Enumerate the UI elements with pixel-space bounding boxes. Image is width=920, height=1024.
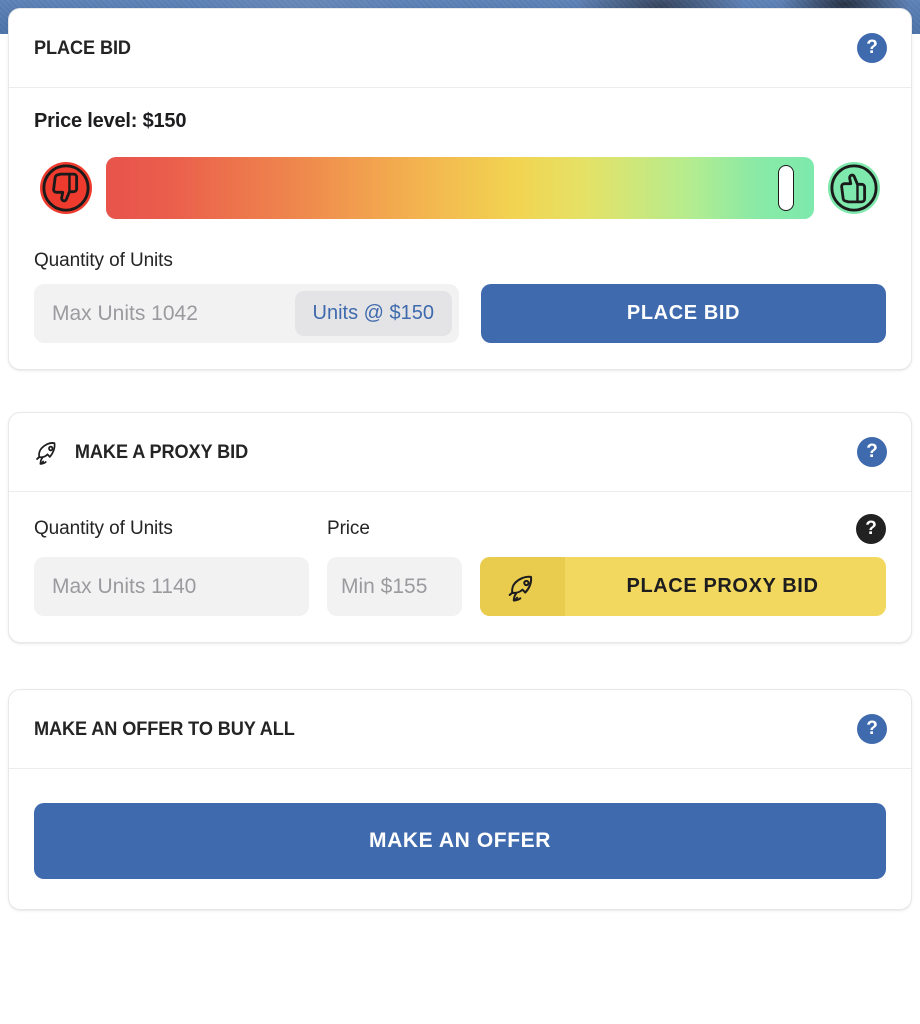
proxy-quantity-input[interactable] xyxy=(34,574,303,599)
place-bid-card: PLACE BID ? Price level: $150 Quantity o… xyxy=(8,8,912,370)
price-level-text: Price level: $150 xyxy=(34,110,187,132)
help-icon-make-offer[interactable]: ? xyxy=(857,714,887,744)
make-offer-card: MAKE AN OFFER TO BUY ALL ? MAKE AN OFFER xyxy=(8,689,912,910)
bidding-panel: PLACE BID ? Price level: $150 Quantity o… xyxy=(0,0,920,1024)
help-icon-glyph: ? xyxy=(866,440,878,462)
proxy-price-col xyxy=(327,557,462,616)
help-icon-proxy-bid-header[interactable]: ? xyxy=(857,437,887,467)
proxy-bid-body: Quantity of Units Price ? Max Units 1140… xyxy=(9,492,911,642)
proxy-price-field[interactable] xyxy=(327,557,462,616)
rocket-icon xyxy=(34,437,62,467)
make-offer-header: MAKE AN OFFER TO BUY ALL ? xyxy=(9,690,911,769)
proxy-bid-title-group: MAKE A PROXY BID xyxy=(34,437,248,467)
proxy-bid-header: MAKE A PROXY BID ? xyxy=(9,413,911,492)
rocket-icon xyxy=(480,557,565,616)
proxy-bid-card: MAKE A PROXY BID ? Quantity of Units Pri… xyxy=(8,412,912,643)
make-offer-title: MAKE AN OFFER TO BUY ALL xyxy=(34,717,295,740)
place-bid-quantity-field[interactable]: Units @ $150 xyxy=(34,284,459,343)
place-bid-button[interactable]: PLACE BID xyxy=(481,284,886,343)
price-slider-track[interactable] xyxy=(106,157,814,219)
proxy-quantity-label: Quantity of Units xyxy=(34,518,173,539)
help-icon-glyph: ? xyxy=(866,36,878,58)
proxy-bid-title: MAKE A PROXY BID xyxy=(74,440,249,463)
units-at-price-badge[interactable]: Units @ $150 xyxy=(294,291,452,336)
price-slider-thumb[interactable] xyxy=(777,165,794,211)
proxy-bid-fields: PLACE PROXY BID xyxy=(34,557,886,616)
price-slider-row xyxy=(34,156,886,220)
help-icon-glyph: ? xyxy=(865,517,877,539)
place-bid-header: PLACE BID ? xyxy=(9,9,911,88)
place-bid-title: PLACE BID xyxy=(34,36,131,59)
help-icon-glyph: ? xyxy=(866,717,878,739)
place-bid-body: Price level: $150 Quantity of Units Max … xyxy=(9,88,911,369)
place-bid-quantity-input[interactable] xyxy=(34,301,294,326)
proxy-quantity-col xyxy=(34,557,309,616)
help-icon-proxy-bid-fields[interactable]: ? xyxy=(856,514,886,544)
proxy-quantity-field[interactable] xyxy=(34,557,309,616)
place-proxy-bid-label: PLACE PROXY BID xyxy=(626,575,819,597)
thumbs-down-icon[interactable] xyxy=(34,156,98,220)
place-proxy-bid-button[interactable]: PLACE PROXY BID xyxy=(480,557,886,616)
proxy-bid-label-row: Quantity of Units Price ? xyxy=(34,514,886,544)
proxy-submit-col: PLACE PROXY BID xyxy=(480,557,886,616)
make-an-offer-button[interactable]: MAKE AN OFFER xyxy=(34,803,886,879)
place-bid-fields: Units @ $150 PLACE BID xyxy=(34,284,886,343)
place-bid-quantity-label: Quantity of Units xyxy=(34,250,173,271)
proxy-price-input[interactable] xyxy=(327,574,456,599)
help-icon-place-bid[interactable]: ? xyxy=(857,33,887,63)
make-offer-body: MAKE AN OFFER xyxy=(9,769,911,909)
proxy-price-label: Price xyxy=(327,518,370,539)
thumbs-up-icon[interactable] xyxy=(822,156,886,220)
